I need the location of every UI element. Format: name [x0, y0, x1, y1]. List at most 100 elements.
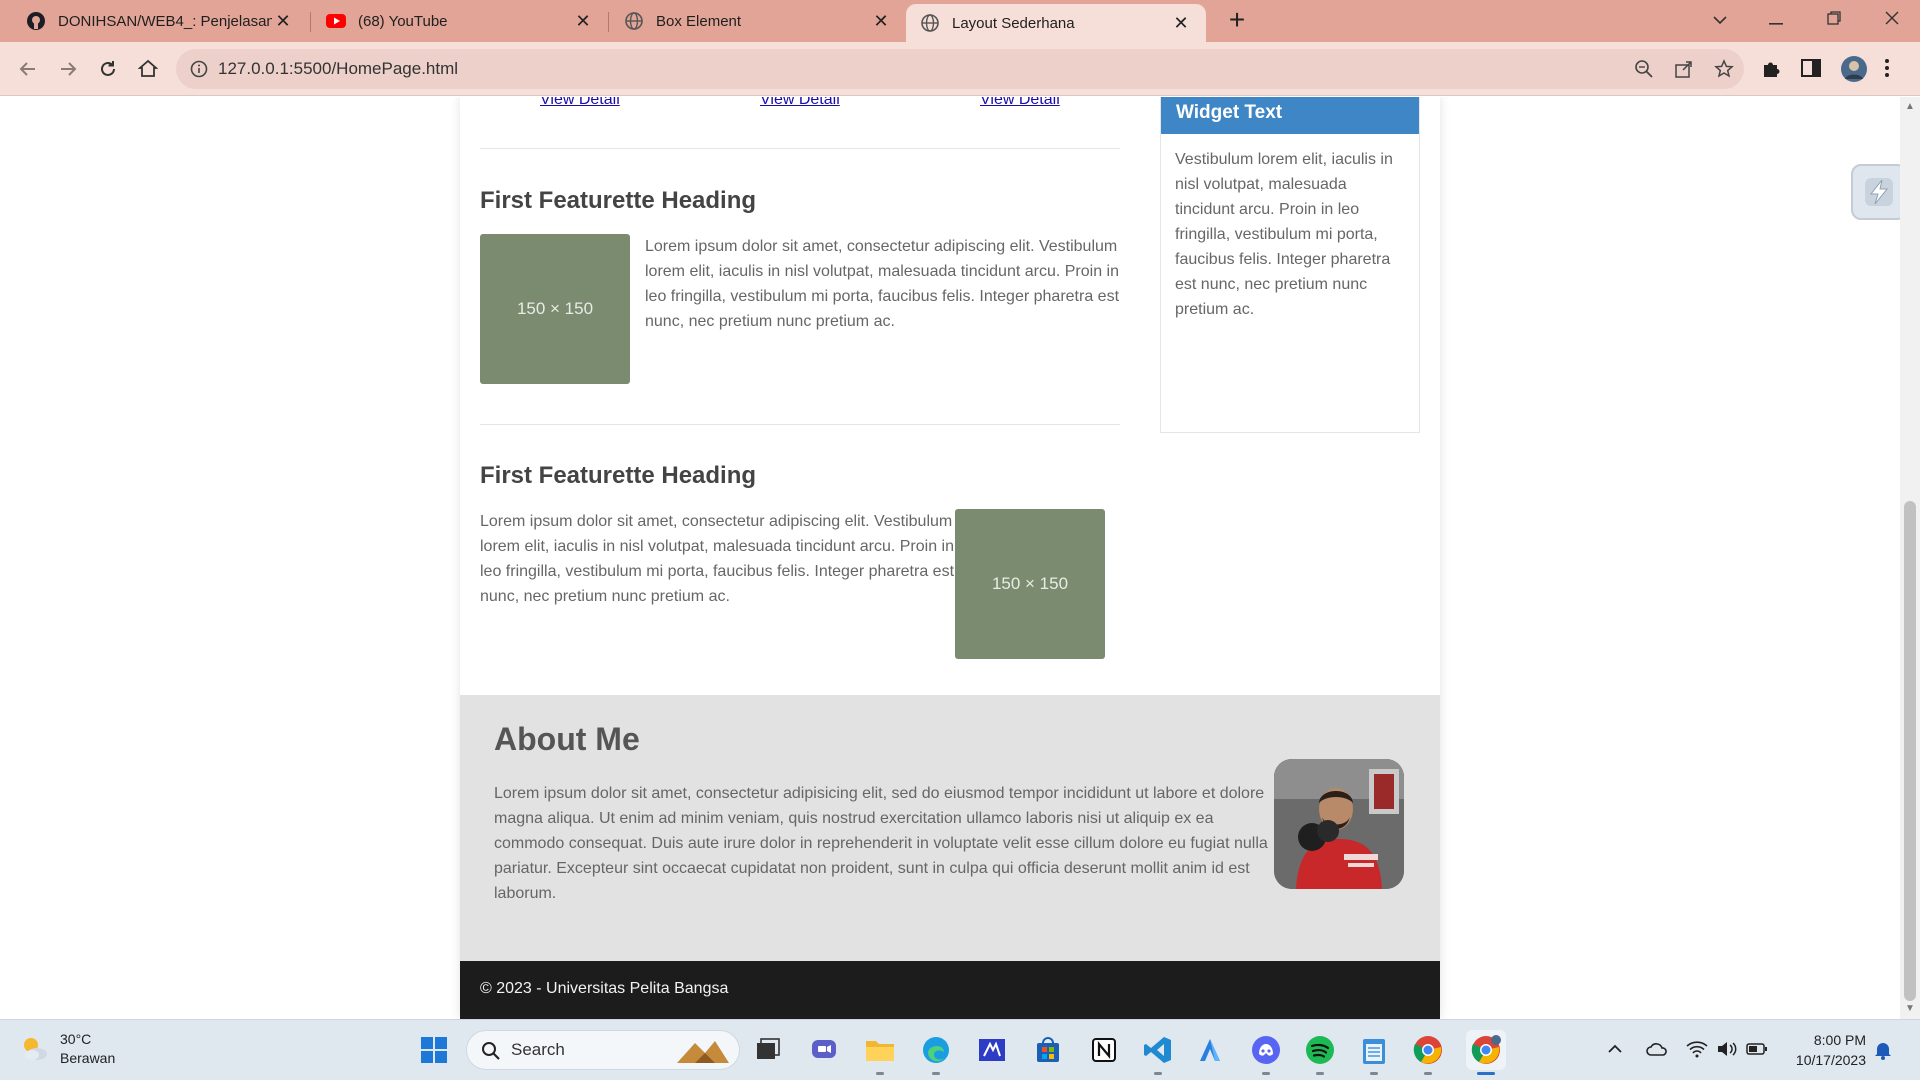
task-view-icon[interactable] — [750, 1032, 786, 1068]
page-scrollbar[interactable]: ▲ ▼ — [1900, 97, 1920, 1019]
placeholder-image: 150 × 150 — [955, 509, 1105, 659]
menu-kebab-icon[interactable] — [1884, 57, 1908, 81]
tab-divider — [310, 12, 311, 32]
featurette-heading: First Featurette Heading — [480, 462, 757, 489]
page-footer: © 2023 - Universitas Pelita Bangsa — [460, 961, 1440, 1019]
forward-icon[interactable] — [52, 53, 84, 85]
close-icon[interactable]: ✕ — [572, 11, 594, 32]
minimize-icon[interactable] — [1746, 0, 1806, 40]
battery-icon[interactable] — [1746, 1040, 1768, 1062]
running-indicator — [1424, 1072, 1432, 1075]
clock-time: 8:00 PM — [1813, 1032, 1866, 1048]
notification-bell-icon[interactable] — [1874, 1040, 1896, 1062]
tab-box-element[interactable]: Box Element ✕ — [610, 0, 906, 42]
side-panel-icon[interactable] — [1800, 57, 1824, 81]
tab-title: Box Element — [656, 12, 742, 30]
globe-icon — [624, 11, 644, 31]
github-icon — [26, 11, 46, 31]
close-icon[interactable]: ✕ — [1170, 13, 1192, 34]
bookmark-star-icon[interactable] — [1714, 59, 1734, 79]
scrollbar-thumb[interactable] — [1904, 501, 1916, 1001]
discord-icon[interactable] — [1248, 1032, 1284, 1068]
tab-layout-sederhana[interactable]: Layout Sederhana ✕ — [906, 4, 1206, 42]
page-container: View Detail View Detail View Detail Firs… — [460, 97, 1440, 1019]
tab-strip: DONIHSAN/WEB4_: Penjelasan Tu ✕ (68) You… — [0, 0, 1920, 42]
widget-text: Vestibulum lorem elit, iaculis in nisl v… — [1175, 151, 1393, 318]
weather-temp: 30°C — [60, 1031, 92, 1047]
search-icon — [482, 1042, 500, 1060]
floating-extension-button[interactable] — [1851, 164, 1907, 220]
featurette-heading: First Featurette Heading — [480, 187, 757, 214]
search-label: Search — [511, 1040, 565, 1059]
globe-icon — [920, 13, 940, 33]
home-icon[interactable] — [132, 53, 164, 85]
view-detail-link[interactable]: View Detail — [540, 97, 620, 109]
visual-studio-icon[interactable] — [974, 1032, 1010, 1068]
widget-title: Widget Text — [1161, 97, 1419, 134]
onedrive-icon[interactable] — [1646, 1040, 1668, 1062]
featurette-text: Lorem ipsum dolor sit amet, consectetur … — [645, 238, 1120, 330]
youtube-icon — [326, 11, 346, 31]
weather-widget[interactable]: 30°C Berawan — [18, 1030, 115, 1068]
wifi-icon[interactable] — [1686, 1040, 1708, 1062]
partly-cloudy-icon — [24, 1038, 47, 1060]
tab-title: (68) YouTube — [358, 12, 448, 30]
tab-divider — [608, 12, 609, 32]
running-indicator — [1316, 1072, 1324, 1075]
windows-start-icon[interactable] — [416, 1032, 452, 1068]
about-photo — [1274, 759, 1404, 889]
extensions-puzzle-icon[interactable] — [1760, 57, 1784, 81]
tab-title: DONIHSAN/WEB4_: Penjelasan Tu — [58, 12, 272, 30]
back-icon[interactable] — [12, 53, 44, 85]
chevron-up-icon[interactable] — [1606, 1040, 1628, 1062]
microsoft-store-icon[interactable] — [1030, 1032, 1066, 1068]
notion-icon[interactable] — [1086, 1032, 1122, 1068]
taskbar: 30°C Berawan Search 8:00 PM 10/17/2023 — [0, 1019, 1920, 1080]
placeholder-image: 150 × 150 — [480, 234, 630, 384]
sidebar-widget: Widget Text Vestibulum lorem elit, iacul… — [1160, 97, 1420, 433]
zoom-icon[interactable] — [1634, 59, 1654, 79]
site-info-icon[interactable] — [190, 60, 208, 83]
search-highlight-icon — [677, 1041, 729, 1063]
tab-youtube[interactable]: (68) YouTube ✕ — [312, 0, 608, 42]
browser-toolbar: 127.0.0.1:5500/HomePage.html — [0, 42, 1920, 96]
divider — [480, 424, 1120, 425]
view-detail-link[interactable]: View Detail — [760, 97, 840, 109]
clock-date: 10/17/2023 — [1795, 1052, 1866, 1068]
vscode-icon[interactable] — [1140, 1032, 1176, 1068]
app-a-icon[interactable] — [1192, 1032, 1228, 1068]
about-title: About Me — [494, 721, 640, 757]
taskbar-search[interactable]: Search — [466, 1030, 740, 1070]
close-icon[interactable]: ✕ — [272, 11, 294, 32]
tab-github[interactable]: DONIHSAN/WEB4_: Penjelasan Tu ✕ — [12, 0, 308, 42]
notepad-icon[interactable] — [1356, 1032, 1392, 1068]
edge-icon[interactable] — [918, 1032, 954, 1068]
featurette-text: Lorem ipsum dolor sit amet, consectetur … — [480, 513, 955, 605]
close-window-icon[interactable] — [1862, 0, 1920, 40]
close-icon[interactable]: ✕ — [870, 11, 892, 32]
restore-icon[interactable] — [1804, 0, 1864, 40]
share-icon[interactable] — [1674, 59, 1694, 79]
file-explorer-icon[interactable] — [862, 1032, 898, 1068]
running-indicator — [1262, 1072, 1270, 1075]
active-indicator — [1477, 1072, 1495, 1075]
url-text[interactable]: 127.0.0.1:5500/HomePage.html — [218, 49, 458, 89]
chrome-profile-icon[interactable] — [1466, 1030, 1506, 1070]
taskbar-clock[interactable]: 8:00 PM 10/17/2023 — [1786, 1030, 1866, 1070]
scroll-down-arrow-icon[interactable]: ▼ — [1905, 1003, 1915, 1014]
reload-icon[interactable] — [92, 53, 124, 85]
spotify-icon[interactable] — [1302, 1032, 1338, 1068]
chat-icon[interactable] — [806, 1032, 842, 1068]
tab-title: Layout Sederhana — [952, 14, 1075, 32]
address-bar[interactable]: 127.0.0.1:5500/HomePage.html — [176, 49, 1744, 89]
placeholder-label: 150 × 150 — [516, 299, 594, 318]
profile-avatar[interactable] — [1840, 55, 1868, 83]
view-detail-link[interactable]: View Detail — [980, 97, 1060, 109]
scroll-up-arrow-icon[interactable]: ▲ — [1905, 101, 1915, 112]
new-tab-button[interactable]: + — [1222, 6, 1252, 36]
tab-search-chevron-icon[interactable] — [1690, 0, 1750, 40]
about-section: About Me Lorem ipsum dolor sit amet, con… — [460, 695, 1440, 961]
volume-icon[interactable] — [1716, 1040, 1738, 1062]
chrome-icon[interactable] — [1410, 1032, 1446, 1068]
divider — [480, 148, 1120, 149]
